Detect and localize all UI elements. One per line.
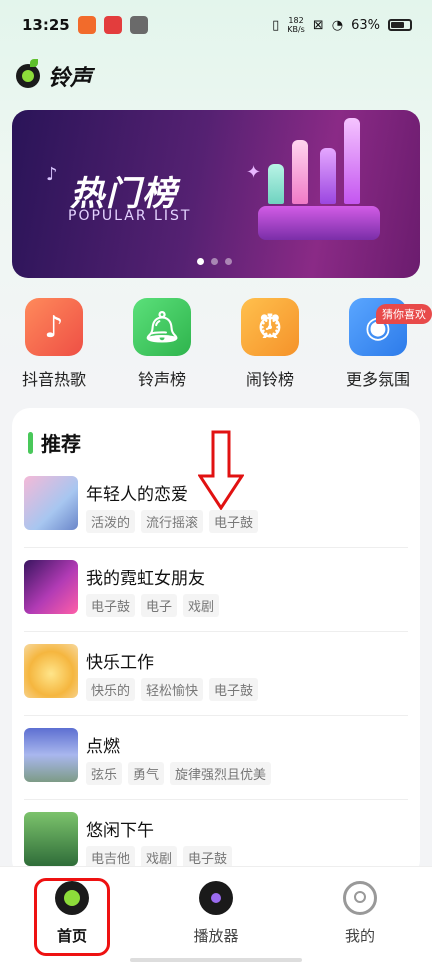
sim-off-icon: ⊠ [312,17,324,33]
banner-pagination [197,258,232,265]
tiktok-icon: ♪ [25,298,83,356]
battery-percent: 63% [351,17,380,33]
popular-list-banner[interactable]: ♪ ✦ 热门榜 POPULAR LIST [12,110,420,278]
song-title: 快乐工作 [86,653,154,673]
song-tag: 勇气 [128,762,165,785]
shortcut-alarm-chart[interactable]: ⏰︎ 闹铃榜 [216,298,324,396]
annotation-arrow-down-icon [198,430,244,510]
shortcut-label: 更多氛围 [345,370,410,389]
song-cover [24,728,78,782]
song-tag: 电子鼓 [209,510,259,533]
song-tags: 活泼的 流行摇滚 电子鼓 [86,510,259,533]
tab-mine[interactable]: 我的 [288,867,432,964]
app-header: 铃声 [16,59,93,92]
song-tag: 戏剧 [183,594,220,617]
song-tag: 快乐的 [86,678,136,701]
notification-app-icon [129,16,148,34]
tab-label: 我的 [344,927,375,945]
song-item[interactable]: 我的霓虹女朋友 电子鼓 电子 戏剧 [24,548,408,632]
category-shortcuts: ♪ 抖音热歌 🔔︎ 铃声榜 ⏰︎ 闹铃榜 ◉ 更多氛围 猜你喜欢 [0,298,432,396]
song-item[interactable]: 快乐工作 快乐的 轻松愉快 电子鼓 [24,632,408,716]
shortcut-label: 闹铃榜 [245,370,294,389]
recommend-header: 推荐 [28,428,81,457]
banner-dot[interactable] [211,258,218,265]
song-title: 点燃 [86,737,120,757]
wifi-icon: ◔ [331,17,344,33]
shortcut-ringtone-chart[interactable]: 🔔︎ 铃声榜 [108,298,216,396]
shortcut-more-vibes[interactable]: ◉ 更多氛围 猜你喜欢 [324,298,432,396]
song-item[interactable]: 点燃 弦乐 勇气 旋律强烈且优美 [24,716,408,800]
app-title: 铃声 [48,66,93,91]
net-speed-unit: KB/s [287,25,305,34]
section-accent-bar [28,431,33,454]
song-tag: 轻松愉快 [141,678,204,701]
banner-subtitle: POPULAR LIST [68,208,192,224]
status-time: 13:25 [22,16,70,34]
song-tag: 流行摇滚 [141,510,204,533]
tab-player[interactable]: 播放器 [144,867,288,964]
song-tag: 弦乐 [86,762,123,785]
song-title: 我的霓虹女朋友 [86,569,205,589]
song-title: 年轻人的恋爱 [86,485,188,505]
shortcut-label: 抖音热歌 [21,370,86,389]
notification-app-icon [77,16,96,34]
song-cover [24,812,78,866]
vibrate-icon: ▯ [272,17,280,33]
song-cover [24,644,78,698]
guess-you-like-badge: 猜你喜欢 [376,304,432,324]
alarm-clock-icon: ⏰︎ [241,298,299,356]
banner-dot[interactable] [197,258,204,265]
annotation-highlight-box [34,878,110,956]
tab-label: 播放器 [193,927,239,945]
song-tag: 电子 [141,594,178,617]
song-tags: 快乐的 轻松愉快 电子鼓 [86,678,259,701]
shortcut-douyin-hits[interactable]: ♪ 抖音热歌 [0,298,108,396]
song-tags: 电子鼓 电子 戏剧 [86,594,220,617]
song-tag: 旋律强烈且优美 [170,762,272,785]
recommend-title: 推荐 [41,432,81,456]
sparkle-icon: ✦ [246,162,262,183]
app-logo-icon [16,59,40,88]
song-cover [24,476,78,530]
shortcut-label: 铃声榜 [137,370,186,389]
song-tag: 电子鼓 [209,678,259,701]
profile-icon [343,881,377,915]
bell-icon: 🔔︎ [133,298,191,356]
net-speed: 182 KB/s [287,16,305,34]
music-note-icon: ♪ [46,164,58,185]
song-cover [24,560,78,614]
song-tag: 电子鼓 [86,594,136,617]
vinyl-record-icon [199,881,233,915]
banner-dot[interactable] [225,258,232,265]
status-bar: 13:25 ▯ 182 KB/s ⊠ ◔ 63% [0,0,432,50]
net-speed-value: 182 [288,16,304,25]
battery-icon [388,19,412,31]
song-tag: 活泼的 [86,510,136,533]
home-indicator [130,958,302,962]
song-tags: 弦乐 勇气 旋律强烈且优美 [86,762,272,785]
notification-app-icon [103,16,122,34]
song-title: 悠闲下午 [86,821,154,841]
